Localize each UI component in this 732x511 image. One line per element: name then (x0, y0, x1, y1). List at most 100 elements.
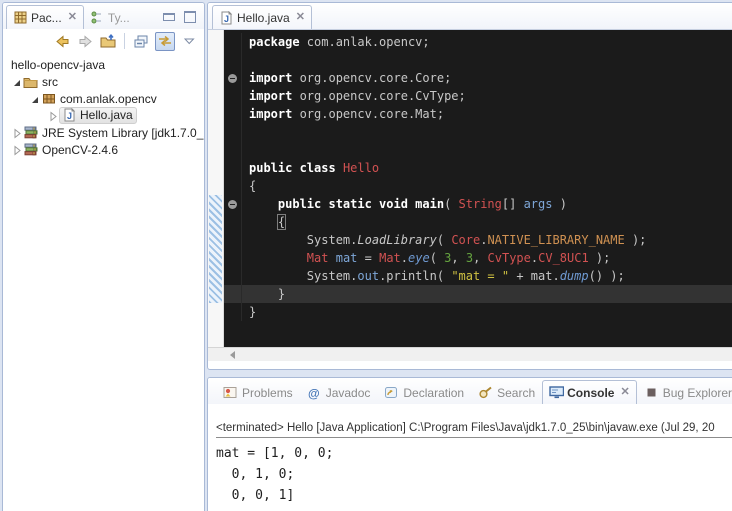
java-file-icon: J (219, 11, 234, 25)
console-output: mat = [1, 0, 0; 0, 1, 0; 0, 0, 1] (216, 443, 732, 506)
svg-text:@: @ (308, 386, 320, 400)
selected-item-box[interactable]: JHello.java (59, 107, 137, 124)
console-status-line: <terminated> Hello [Java Application] C:… (216, 422, 732, 438)
console-output-line: 0, 0, 1] (216, 485, 732, 506)
code-line-9[interactable]: { (224, 177, 732, 195)
library-icon (23, 126, 38, 140)
editor-hscrollbar[interactable] (208, 347, 732, 361)
tab-label: Pac... (31, 11, 62, 25)
code-line-4[interactable]: import org.opencv.core.CvType; (224, 87, 732, 105)
minimize-icon[interactable] (163, 13, 175, 21)
tree-item-src[interactable]: src (3, 73, 204, 90)
annotation-ruler (208, 30, 224, 347)
code-line-13[interactable]: Mat mat = Mat.eye( 3, 3, CvType.CV_8UC1 … (224, 249, 732, 267)
code-text: public static void main( String[] args ) (242, 195, 567, 213)
console-output-line: 0, 1, 0; (216, 464, 732, 485)
bottom-tabbar: Problems@Javadoc Declaration SearchConsole… (208, 378, 732, 404)
tree-item-hello-java[interactable]: JHello.java (3, 107, 204, 124)
tree-item-hello-opencv-java[interactable]: hello-opencv-java (3, 56, 204, 73)
console-icon (549, 386, 564, 400)
svg-text:J: J (224, 14, 229, 24)
up-icon[interactable] (99, 33, 117, 50)
fold-margin (224, 303, 242, 321)
code-line-3[interactable]: import org.opencv.core.Core; (224, 69, 732, 87)
fold-margin (224, 69, 242, 87)
code-text: { (242, 177, 256, 195)
collapse-all-icon[interactable] (132, 33, 150, 50)
code-editor[interactable]: package com.anlak.opencv; import org.open… (208, 30, 732, 347)
tab-type-hierarchy[interactable]: Ty... (84, 6, 139, 29)
code-line-1[interactable]: package com.anlak.opencv; (224, 33, 732, 51)
code-line-14[interactable]: System.out.println( "mat = " + mat.dump(… (224, 267, 732, 285)
code-line-8[interactable]: public class Hello (224, 159, 732, 177)
code-line-2[interactable] (224, 51, 732, 69)
tab-console[interactable]: Console✕ (542, 380, 637, 404)
console-output-line: mat = [1, 0, 0; (216, 443, 732, 464)
java-file-icon: J (62, 108, 77, 122)
range-indicator (209, 195, 222, 303)
collapsed-arrow-icon[interactable] (11, 144, 22, 156)
close-icon[interactable]: ✕ (296, 12, 305, 23)
code-line-5[interactable]: import org.opencv.core.Mat; (224, 105, 732, 123)
fold-margin (224, 87, 242, 105)
link-with-editor-icon[interactable] (155, 32, 175, 51)
fold-margin (224, 267, 242, 285)
tab-search[interactable]: Search (471, 381, 542, 404)
tab-problems[interactable]: Problems (216, 381, 300, 404)
code-line-11[interactable]: { (224, 213, 732, 231)
fold-margin (224, 231, 242, 249)
code-line-10[interactable]: public static void main( String[] args ) (224, 195, 732, 213)
view-menu-icon[interactable] (180, 33, 198, 50)
javadoc-icon: @ (307, 386, 322, 400)
tab-label: Bug Explorer (663, 386, 732, 400)
search-icon (478, 386, 493, 400)
code-line-6[interactable] (224, 123, 732, 141)
code-line-12[interactable]: System.LoadLibrary( Core.NATIVE_LIBRARY_… (224, 231, 732, 249)
maximize-icon[interactable] (184, 11, 196, 23)
scroll-left-icon[interactable] (230, 351, 235, 359)
fold-collapse-icon[interactable] (228, 74, 237, 83)
package-explorer-toolbar (3, 29, 204, 53)
tab-package-explorer[interactable]: Pac... ✕ (6, 5, 84, 29)
back-icon[interactable] (53, 33, 71, 50)
fold-margin (224, 249, 242, 267)
tree-item-opencv-2-4-6[interactable]: OpenCV-2.4.6 (3, 141, 204, 158)
tab-bug-explorer[interactable]: Bug Explorer (637, 381, 732, 404)
code-line-7[interactable] (224, 141, 732, 159)
view-window-buttons (163, 11, 204, 29)
tab-declaration[interactable]: Declaration (377, 381, 471, 404)
code-text: package com.anlak.opencv; (242, 33, 430, 51)
close-icon[interactable]: ✕ (620, 387, 629, 398)
code-line-16[interactable]: } (224, 303, 732, 321)
tree-item-com-anlak-opencv[interactable]: com.anlak.opencv (3, 90, 204, 107)
project-tree: hello-opencv-java srccom.anlak.opencvJHel… (3, 53, 204, 158)
code-text: { (242, 213, 285, 231)
expanded-arrow-icon[interactable] (29, 93, 40, 105)
fold-margin (224, 159, 242, 177)
collapsed-arrow-icon[interactable] (47, 110, 58, 122)
code-line-15[interactable]: } (224, 285, 732, 303)
fold-margin (224, 33, 242, 51)
tree-item-label: src (42, 75, 58, 89)
console-view: <terminated> Hello [Java Application] C:… (208, 404, 732, 506)
tab-hello-java[interactable]: J Hello.java ✕ (212, 5, 312, 29)
tree-item-label: hello-opencv-java (11, 58, 105, 72)
tree-item-label: OpenCV-2.4.6 (42, 143, 118, 157)
expanded-arrow-icon[interactable] (11, 76, 22, 88)
tree-item-jre-system-library-jdk1-7-0-25[interactable]: JRE System Library [jdk1.7.0_25] (3, 124, 204, 141)
code-text: import org.opencv.core.Mat; (242, 105, 444, 123)
code-text: System.LoadLibrary( Core.NATIVE_LIBRARY_… (242, 231, 646, 249)
fold-margin (224, 195, 242, 213)
tab-label: Declaration (403, 386, 464, 400)
code-text: Mat mat = Mat.eye( 3, 3, CvType.CV_8UC1 … (242, 249, 610, 267)
source-folder-icon (23, 75, 38, 89)
tab-javadoc[interactable]: @Javadoc (300, 381, 378, 404)
forward-icon[interactable] (76, 33, 94, 50)
fold-margin (224, 213, 242, 231)
problems-icon (223, 386, 238, 400)
close-icon[interactable]: ✕ (68, 12, 77, 23)
code-area[interactable]: package com.anlak.opencv; import org.open… (224, 30, 732, 347)
fold-collapse-icon[interactable] (228, 200, 237, 209)
collapsed-arrow-icon[interactable] (11, 127, 22, 139)
code-text: } (242, 303, 256, 321)
